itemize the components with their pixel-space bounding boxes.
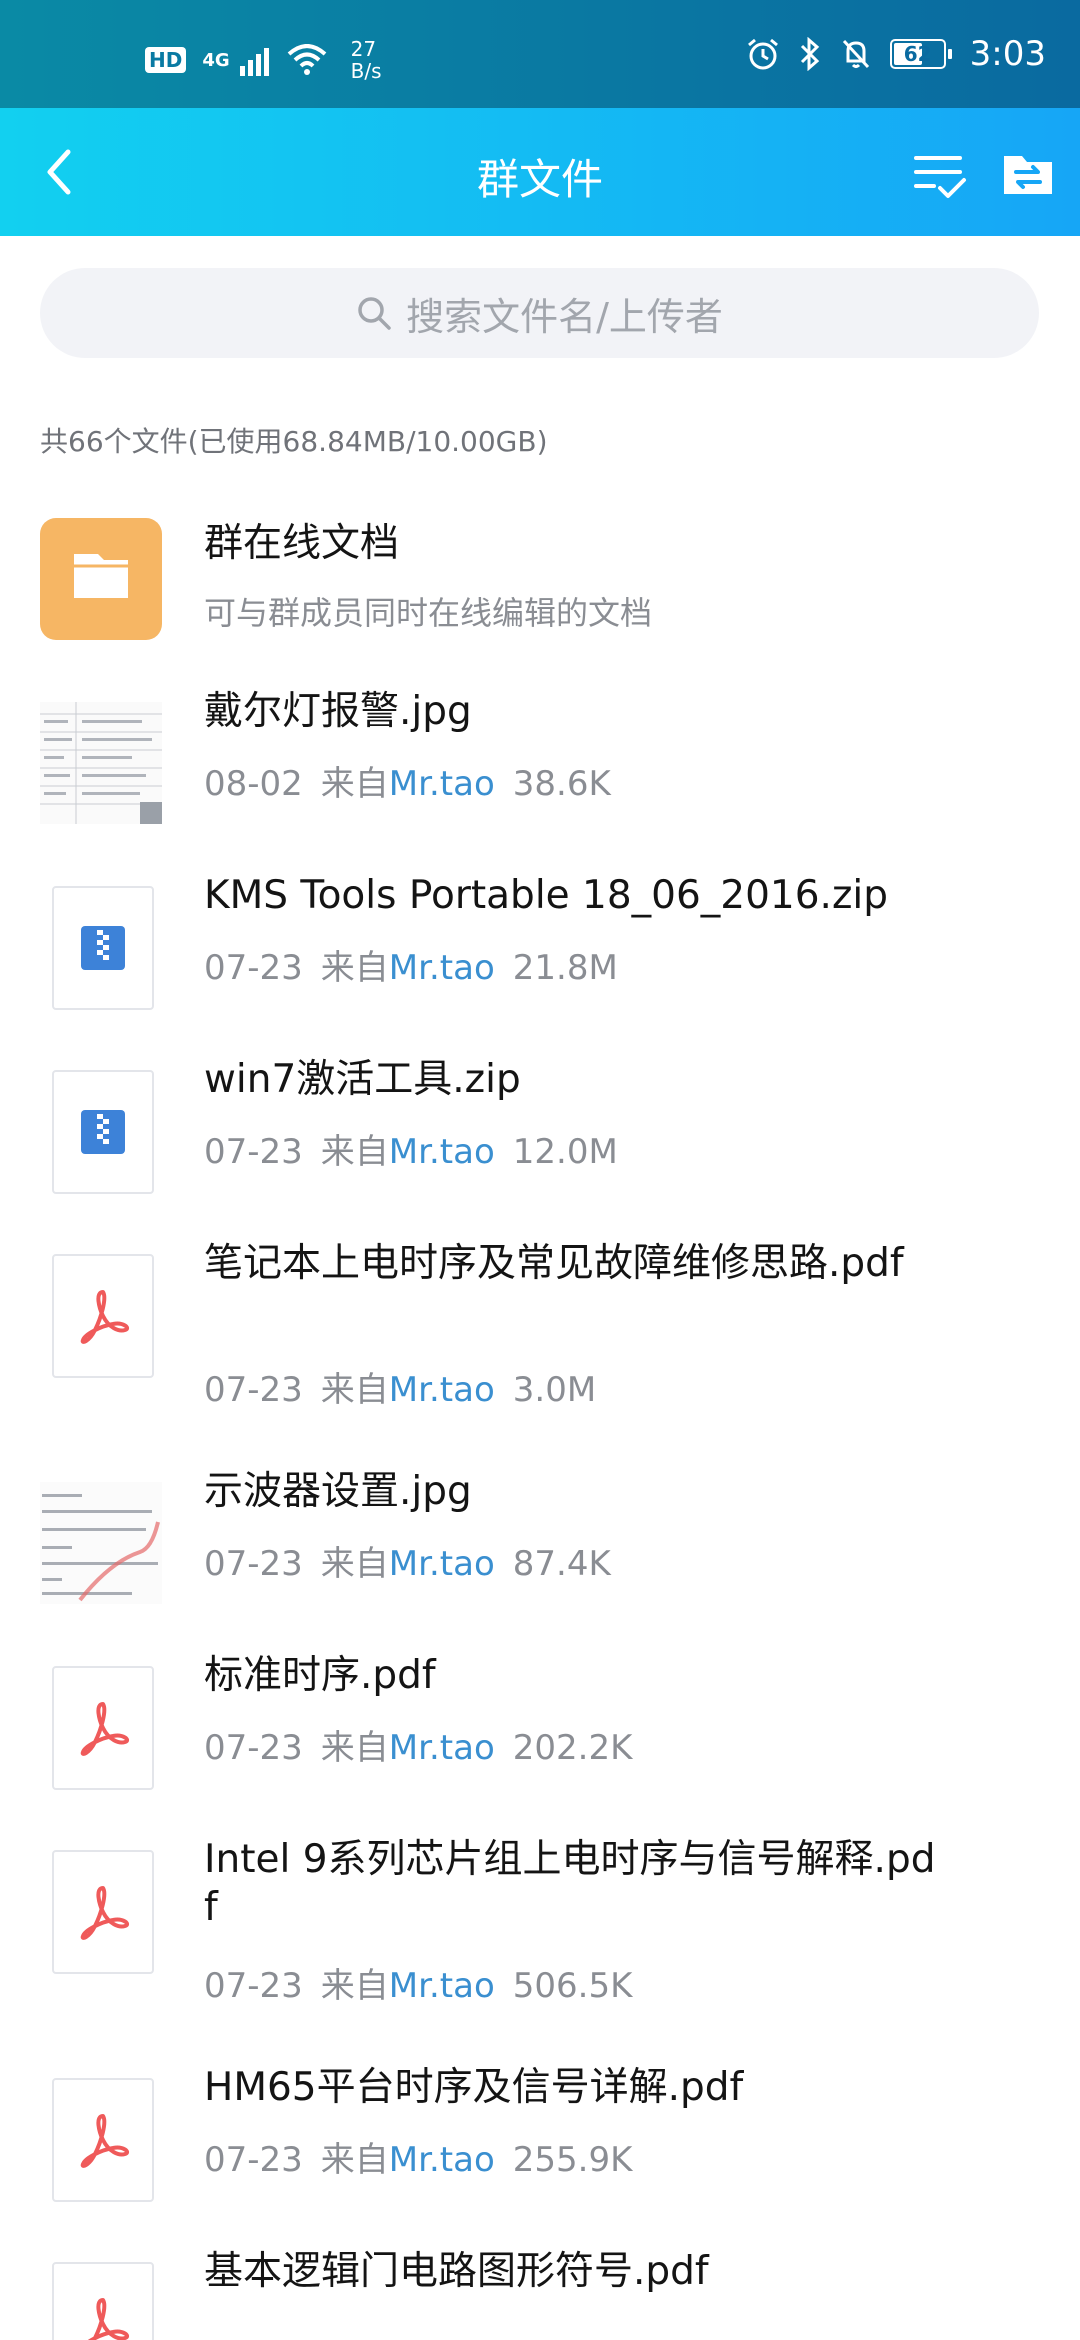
pdf-file-icon — [52, 2262, 154, 2340]
folder-icon — [40, 518, 162, 640]
uploader-link[interactable]: Mr.tao — [389, 948, 495, 988]
from-label: 来自 — [320, 948, 389, 988]
file-size: 202.2K — [512, 1728, 633, 1768]
file-date: 07-23 — [204, 1370, 303, 1410]
multi-select-button[interactable] — [910, 144, 970, 204]
file-meta: 07-23 来自Mr.tao 255.9K — [204, 2132, 632, 2181]
hd-badge: HD — [145, 47, 187, 73]
status-bar: HD 4G 27 B/s 62 3:03 — [0, 0, 1080, 108]
from-label: 来自 — [320, 1132, 389, 1172]
uploader-link[interactable]: Mr.tao — [389, 1966, 495, 2006]
uploader-link[interactable]: Mr.tao — [389, 2140, 495, 2180]
uploader-link[interactable]: Mr.tao — [389, 764, 495, 804]
image-thumbnail — [40, 1482, 162, 1604]
status-right: 62 3:03 — [746, 34, 1046, 74]
from-label: 来自 — [320, 764, 389, 804]
file-date: 07-23 — [204, 1966, 303, 2006]
file-meta: 08-02 来自Mr.tao 38.6K — [204, 756, 611, 805]
file-meta: 07-23 来自Mr.tao 87.4K — [204, 1536, 611, 1585]
from-label: 来自 — [320, 1544, 389, 1584]
list-item[interactable]: KMS Tools Portable 18_06_2016.zip 07-23 来… — [0, 862, 1080, 1032]
list-item[interactable]: HM65平台时序及信号详解.pdf 07-23 来自Mr.tao 255.9K — [0, 2054, 1080, 2224]
file-name: KMS Tools Portable 18_06_2016.zip — [204, 873, 889, 918]
network-speed: 27 B/s — [351, 38, 382, 82]
wifi-icon — [287, 44, 326, 75]
battery-indicator: 62 — [889, 39, 952, 69]
file-date: 07-23 — [204, 1132, 303, 1172]
search-placeholder: 搜索文件名/上传者 — [406, 294, 723, 339]
clock: 3:03 — [969, 34, 1046, 74]
zip-file-icon — [52, 1070, 154, 1194]
status-left: HD 4G 27 B/s — [145, 38, 382, 82]
signal-icon — [239, 44, 269, 76]
file-date: 07-23 — [204, 948, 303, 988]
file-meta: 07-23 来自Mr.tao 202.2K — [204, 1720, 632, 1769]
file-meta: 07-23 来自Mr.tao 21.8M — [204, 940, 618, 989]
search-input[interactable]: 搜索文件名/上传者 — [40, 268, 1039, 358]
speed-value: 27 — [350, 37, 377, 61]
list-item-online-docs[interactable]: 群在线文档 可与群成员同时在线编辑的文档 — [0, 494, 1080, 664]
file-name: HM65平台时序及信号详解.pdf — [204, 2065, 744, 2110]
list-item[interactable]: Intel 9系列芯片组上电时序与信号解释.pdf 07-23 来自Mr.tao 5… — [0, 1826, 1080, 2046]
file-name: 基本逻辑门电路图形符号.pdf — [204, 2249, 709, 2294]
file-size: 506.5K — [512, 1966, 633, 2006]
speed-unit: B/s — [350, 59, 382, 83]
uploader-link[interactable]: Mr.tao — [389, 1132, 495, 1172]
from-label: 来自 — [320, 1728, 389, 1768]
file-name: 戴尔灯报警.jpg — [204, 689, 472, 734]
file-name: 群在线文档 — [204, 521, 400, 566]
uploader-link[interactable]: Mr.tao — [389, 1544, 495, 1584]
pdf-file-icon — [52, 1850, 154, 1974]
list-item[interactable]: win7激活工具.zip 07-23 来自Mr.tao 12.0M — [0, 1046, 1080, 1216]
file-name: win7激活工具.zip — [204, 1057, 521, 1102]
battery-level: 62 — [903, 42, 932, 66]
image-thumbnail — [40, 702, 162, 824]
zip-file-icon — [52, 886, 154, 1010]
list-item[interactable]: 示波器设置.jpg 07-23 来自Mr.tao 87.4K — [0, 1458, 1080, 1628]
battery-tip — [947, 49, 952, 59]
list-check-icon — [914, 156, 966, 198]
file-size: 255.9K — [512, 2140, 633, 2180]
title-bar: 群文件 — [0, 108, 1080, 236]
bluetooth-icon — [800, 37, 819, 71]
file-date: 07-23 — [204, 2140, 303, 2180]
file-meta: 07-23 来自Mr.tao 12.0M — [204, 1124, 618, 1173]
pdf-file-icon — [52, 2078, 154, 2202]
pdf-file-icon — [52, 1666, 154, 1790]
from-label: 来自 — [320, 1370, 389, 1410]
list-item[interactable]: 笔记本上电时序及常见故障维修思路.pdf 07-23 来自Mr.tao 3.0M — [0, 1230, 1080, 1450]
folder-transfer-icon — [1004, 156, 1052, 194]
search-icon — [358, 297, 391, 330]
alarm-icon — [747, 38, 778, 70]
file-size: 38.6K — [512, 764, 611, 804]
file-date: 07-23 — [204, 1544, 303, 1584]
network-type: 4G — [202, 49, 230, 71]
from-label: 来自 — [320, 2140, 389, 2180]
list-item[interactable]: 戴尔灯报警.jpg 08-02 来自Mr.tao 38.6K — [0, 678, 1080, 848]
file-size: 12.0M — [512, 1132, 618, 1172]
folder-manage-button[interactable] — [1000, 146, 1056, 202]
file-subtitle: 可与群成员同时在线编辑的文档 — [204, 594, 653, 632]
file-name: 标准时序.pdf — [204, 1653, 436, 1698]
file-size: 21.8M — [512, 948, 618, 988]
file-meta: 07-23 来自Mr.tao 3.0M — [204, 1362, 596, 1411]
uploader-link[interactable]: Mr.tao — [389, 1728, 495, 1768]
uploader-link[interactable]: Mr.tao — [389, 1370, 495, 1410]
file-name: Intel 9系列芯片组上电时序与信号解释.pdf — [204, 1837, 936, 1930]
mute-bell-icon — [842, 39, 869, 69]
battery-icon: 62 — [889, 39, 946, 69]
list-item[interactable]: 标准时序.pdf 07-23 来自Mr.tao 202.2K — [0, 1642, 1080, 1812]
list-item[interactable]: 基本逻辑门电路图形符号.pdf — [0, 2238, 1080, 2340]
file-date: 07-23 — [204, 1728, 303, 1768]
file-size: 3.0M — [512, 1370, 597, 1410]
pdf-file-icon — [52, 1254, 154, 1378]
file-summary: 共66个文件(已使用68.84MB/10.00GB) — [40, 425, 548, 458]
file-meta: 07-23 来自Mr.tao 506.5K — [204, 1958, 632, 2007]
file-name: 笔记本上电时序及常见故障维修思路.pdf — [204, 1241, 904, 1286]
file-date: 08-02 — [204, 764, 303, 804]
file-size: 87.4K — [512, 1544, 611, 1584]
from-label: 来自 — [320, 1966, 389, 2006]
file-name: 示波器设置.jpg — [204, 1469, 472, 1514]
